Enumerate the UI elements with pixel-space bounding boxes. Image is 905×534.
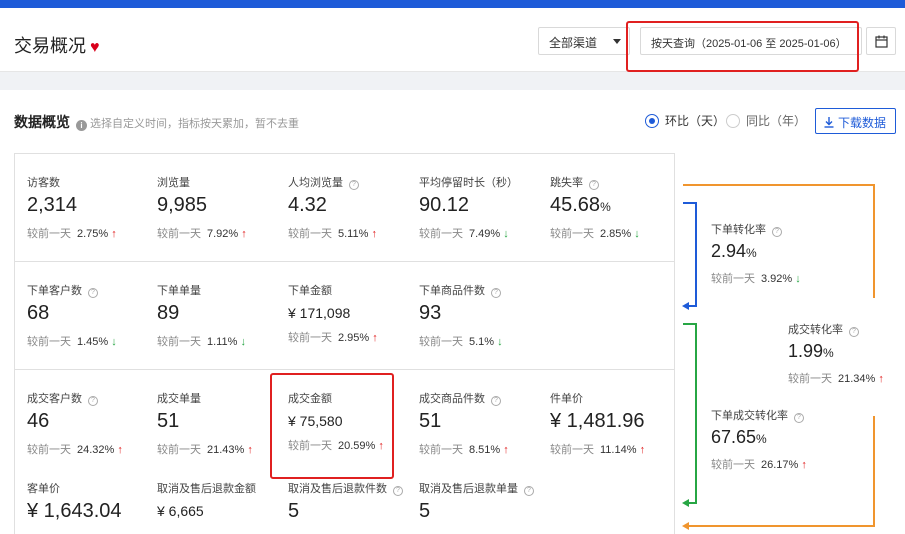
conversion-value: 2.94% [711, 241, 851, 262]
caret-down-icon [613, 39, 621, 44]
compare-percent: 3.92% [761, 273, 793, 285]
compare-label: 较前一天 [711, 273, 755, 285]
heart-icon: ♥ [90, 39, 100, 56]
channel-select[interactable]: 全部渠道 [538, 27, 630, 55]
conversion-label: 下单转化率? [711, 221, 851, 237]
conversion-label: 下单成交转化率? [711, 407, 851, 423]
channel-select-value: 全部渠道 [549, 36, 598, 50]
conversion-compare: 较前一天 26.17% ↑ [711, 456, 851, 472]
conversion-label: 成交转化率? [788, 321, 905, 337]
compare-label: 较前一天 [788, 373, 832, 385]
help-icon[interactable]: ? [772, 227, 782, 237]
blue-arrowhead [682, 302, 689, 310]
conversion-unit: % [823, 346, 834, 360]
page-title: 交易概况 ♥ [14, 32, 100, 58]
calendar-icon [875, 35, 888, 48]
conversion-compare: 较前一天 21.34% ↑ [788, 370, 905, 386]
conversion-label-text: 下单转化率 [711, 224, 766, 236]
conversion-label-text: 成交转化率 [788, 324, 843, 336]
compare-percent: 26.17% [761, 459, 799, 471]
conversion-value-text: 2.94 [711, 241, 747, 261]
trend-down-arrow-icon: ↓ [795, 273, 801, 285]
conversion-label-text: 下单成交转化率 [711, 410, 788, 422]
conversion-value: 67.65% [711, 427, 851, 448]
compare-percent: 21.34% [838, 373, 876, 385]
trend-up-arrow-icon: ↑ [801, 459, 807, 471]
conversion-unit: % [756, 432, 767, 446]
conversion-metric-0: 下单转化率? 2.94% 较前一天 3.92% ↓ [711, 221, 851, 286]
data-overview-panel: 数据概览 i 选择自定义时间，指标按天累加，暂不去重 环比（天） 同比（年） 下载… [0, 90, 905, 534]
calendar-button[interactable] [866, 27, 896, 55]
help-icon[interactable]: ? [849, 327, 859, 337]
page-title-text: 交易概况 [14, 36, 86, 56]
orange-arrowhead [682, 522, 689, 530]
blue-flow-arrow [683, 202, 697, 307]
conversion-value: 1.99% [788, 341, 905, 362]
conversion-metric-1: 成交转化率? 1.99% 较前一天 21.34% ↑ [788, 321, 905, 386]
conversion-unit: % [746, 246, 757, 260]
conversion-value-text: 1.99 [788, 341, 824, 361]
help-icon[interactable]: ? [794, 413, 804, 423]
conversion-compare: 较前一天 3.92% ↓ [711, 270, 851, 286]
date-range-highlight-box [626, 21, 859, 72]
green-flow-arrow [683, 323, 697, 504]
compare-label: 较前一天 [711, 459, 755, 471]
top-accent-bar [0, 0, 905, 8]
green-arrowhead [682, 499, 689, 507]
page-header: 交易概况 ♥ 全部渠道 按天查询（2025-01-06 至 2025-01-06） [0, 8, 905, 72]
conversion-value-text: 67.65 [711, 427, 757, 447]
trend-up-arrow-icon: ↑ [878, 373, 884, 385]
conversion-metric-2: 下单成交转化率? 67.65% 较前一天 26.17% ↑ [711, 407, 851, 472]
